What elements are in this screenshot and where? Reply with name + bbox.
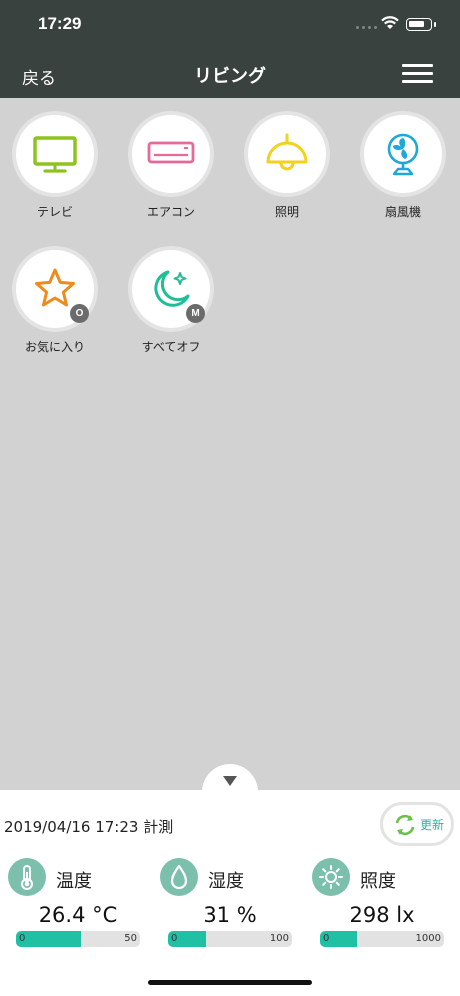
- sun-icon: [312, 858, 350, 896]
- badge-m: M: [186, 304, 205, 323]
- bar-max-label: 100: [269, 933, 289, 944]
- device-label: テレビ: [36, 205, 73, 219]
- device-tile-favorites[interactable]: O お気に入り: [5, 250, 105, 360]
- sensor-level-fill: [16, 931, 82, 947]
- status-time: 17:29: [38, 14, 82, 33]
- badge-o: O: [70, 304, 89, 323]
- device-tile-fan[interactable]: 扇風機: [353, 115, 453, 225]
- measured-timestamp: 2019/04/16 17:23 計測: [4, 818, 174, 836]
- nav-bar: 戻る リビング: [0, 46, 460, 98]
- refresh-button[interactable]: 更新: [380, 802, 454, 846]
- sensor-name: 照度: [360, 871, 396, 892]
- tv-button[interactable]: [16, 115, 94, 193]
- hamburger-menu-icon[interactable]: [402, 64, 433, 84]
- bar-min-label: 0: [323, 933, 330, 944]
- device-tile-lighting[interactable]: 照明: [237, 115, 337, 225]
- chevron-down-icon: [223, 776, 237, 786]
- air-conditioner-button[interactable]: [132, 115, 210, 193]
- device-label: 照明: [274, 205, 299, 219]
- air-conditioner-icon: [147, 141, 195, 164]
- device-tile-tv[interactable]: テレビ: [5, 115, 105, 225]
- sensor-name: 温度: [56, 871, 92, 892]
- bar-max-label: 50: [124, 933, 137, 944]
- battery-icon: [406, 18, 436, 31]
- fan-button[interactable]: [364, 115, 442, 193]
- bar-max-label: 1000: [415, 933, 441, 944]
- sensor-illuminance: 照度 298 lx 0 1000: [312, 858, 452, 950]
- bar-min-label: 0: [171, 933, 178, 944]
- favorites-button[interactable]: O: [16, 250, 94, 328]
- bar-min-label: 0: [19, 933, 26, 944]
- sensor-level-bar: 0 1000: [320, 931, 444, 947]
- droplet-icon: [160, 858, 198, 896]
- refresh-icon: [395, 814, 415, 836]
- device-tile-all-off[interactable]: M すべてオフ: [121, 250, 221, 360]
- device-tile-air-conditioner[interactable]: エアコン: [121, 115, 221, 225]
- sensor-value: 31 %: [203, 903, 257, 927]
- all-off-button[interactable]: M: [132, 250, 210, 328]
- sensor-name: 湿度: [208, 871, 244, 892]
- fan-icon: [387, 133, 419, 176]
- bottom-safe-area: [0, 958, 460, 996]
- thermometer-icon: [8, 858, 46, 896]
- app-screen: 17:29 戻る リビング テレビ エアコン 照明 扇風機 O お気に入り M …: [0, 0, 460, 996]
- tv-icon: [33, 136, 77, 173]
- refresh-label: 更新: [420, 818, 445, 832]
- sensor-temperature: 温度 26.4 °C 0 50: [8, 858, 148, 950]
- device-label: お気に入り: [24, 340, 85, 354]
- sensor-value: 298 lx: [349, 903, 415, 927]
- wifi-icon: [381, 16, 399, 29]
- lamp-icon: [266, 133, 308, 171]
- status-bar: 17:29: [0, 0, 460, 46]
- home-indicator[interactable]: [148, 980, 312, 985]
- sensor-panel: 2019/04/16 17:23 計測 更新 温度 26.4 °C 0 50 湿…: [0, 790, 460, 958]
- device-label: エアコン: [146, 205, 195, 219]
- sensor-value: 26.4 °C: [38, 903, 118, 927]
- page-title: リビング: [194, 66, 266, 87]
- device-label: すべてオフ: [141, 340, 201, 354]
- cellular-signal-icon: [356, 26, 377, 29]
- sensor-humidity: 湿度 31 % 0 100: [160, 858, 300, 950]
- lighting-button[interactable]: [248, 115, 326, 193]
- sensor-level-bar: 0 100: [168, 931, 292, 947]
- device-label: 扇風機: [384, 205, 421, 219]
- sensor-level-bar: 0 50: [16, 931, 140, 947]
